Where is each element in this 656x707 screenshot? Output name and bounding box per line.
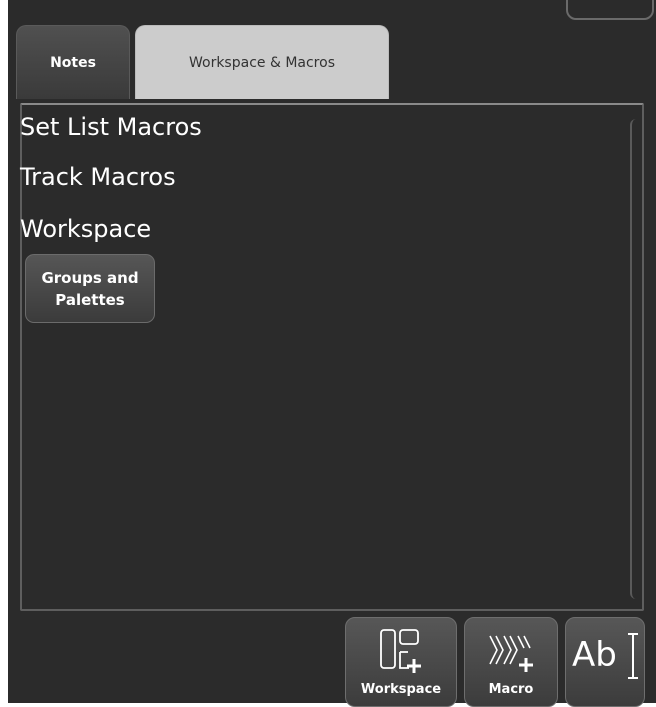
add-workspace-label: Workspace <box>360 682 442 697</box>
groups-and-palettes-label: Groups and Palettes <box>41 267 138 311</box>
tab-notes-label: Notes <box>50 54 96 71</box>
text-cursor-icon <box>628 633 638 679</box>
add-macro-button[interactable]: Macro <box>464 617 558 707</box>
text-edit-glyph: Ab <box>572 635 617 675</box>
top-edge-button[interactable] <box>566 0 654 20</box>
add-workspace-button[interactable]: Workspace <box>345 617 457 707</box>
add-macro-label: Macro <box>488 682 534 697</box>
tab-workspace-macros-label: Workspace & Macros <box>188 54 335 71</box>
workspace-add-icon <box>380 629 421 673</box>
tab-notes[interactable]: Notes <box>16 25 130 99</box>
tab-workspace-macros[interactable]: Workspace & Macros <box>135 25 389 99</box>
list-item-set-list-macros[interactable]: Set List Macros <box>20 113 202 141</box>
groups-and-palettes-label-line2: Palettes <box>55 290 125 309</box>
list-item-workspace[interactable]: Workspace <box>20 215 151 243</box>
groups-and-palettes-label-line1: Groups and <box>41 268 139 287</box>
scrollbar[interactable] <box>630 119 642 599</box>
list-item-track-macros[interactable]: Track Macros <box>20 163 176 191</box>
text-edit-button[interactable]: Ab <box>565 617 645 707</box>
groups-and-palettes-button[interactable]: Groups and Palettes <box>25 254 155 323</box>
macro-add-icon <box>489 635 533 672</box>
